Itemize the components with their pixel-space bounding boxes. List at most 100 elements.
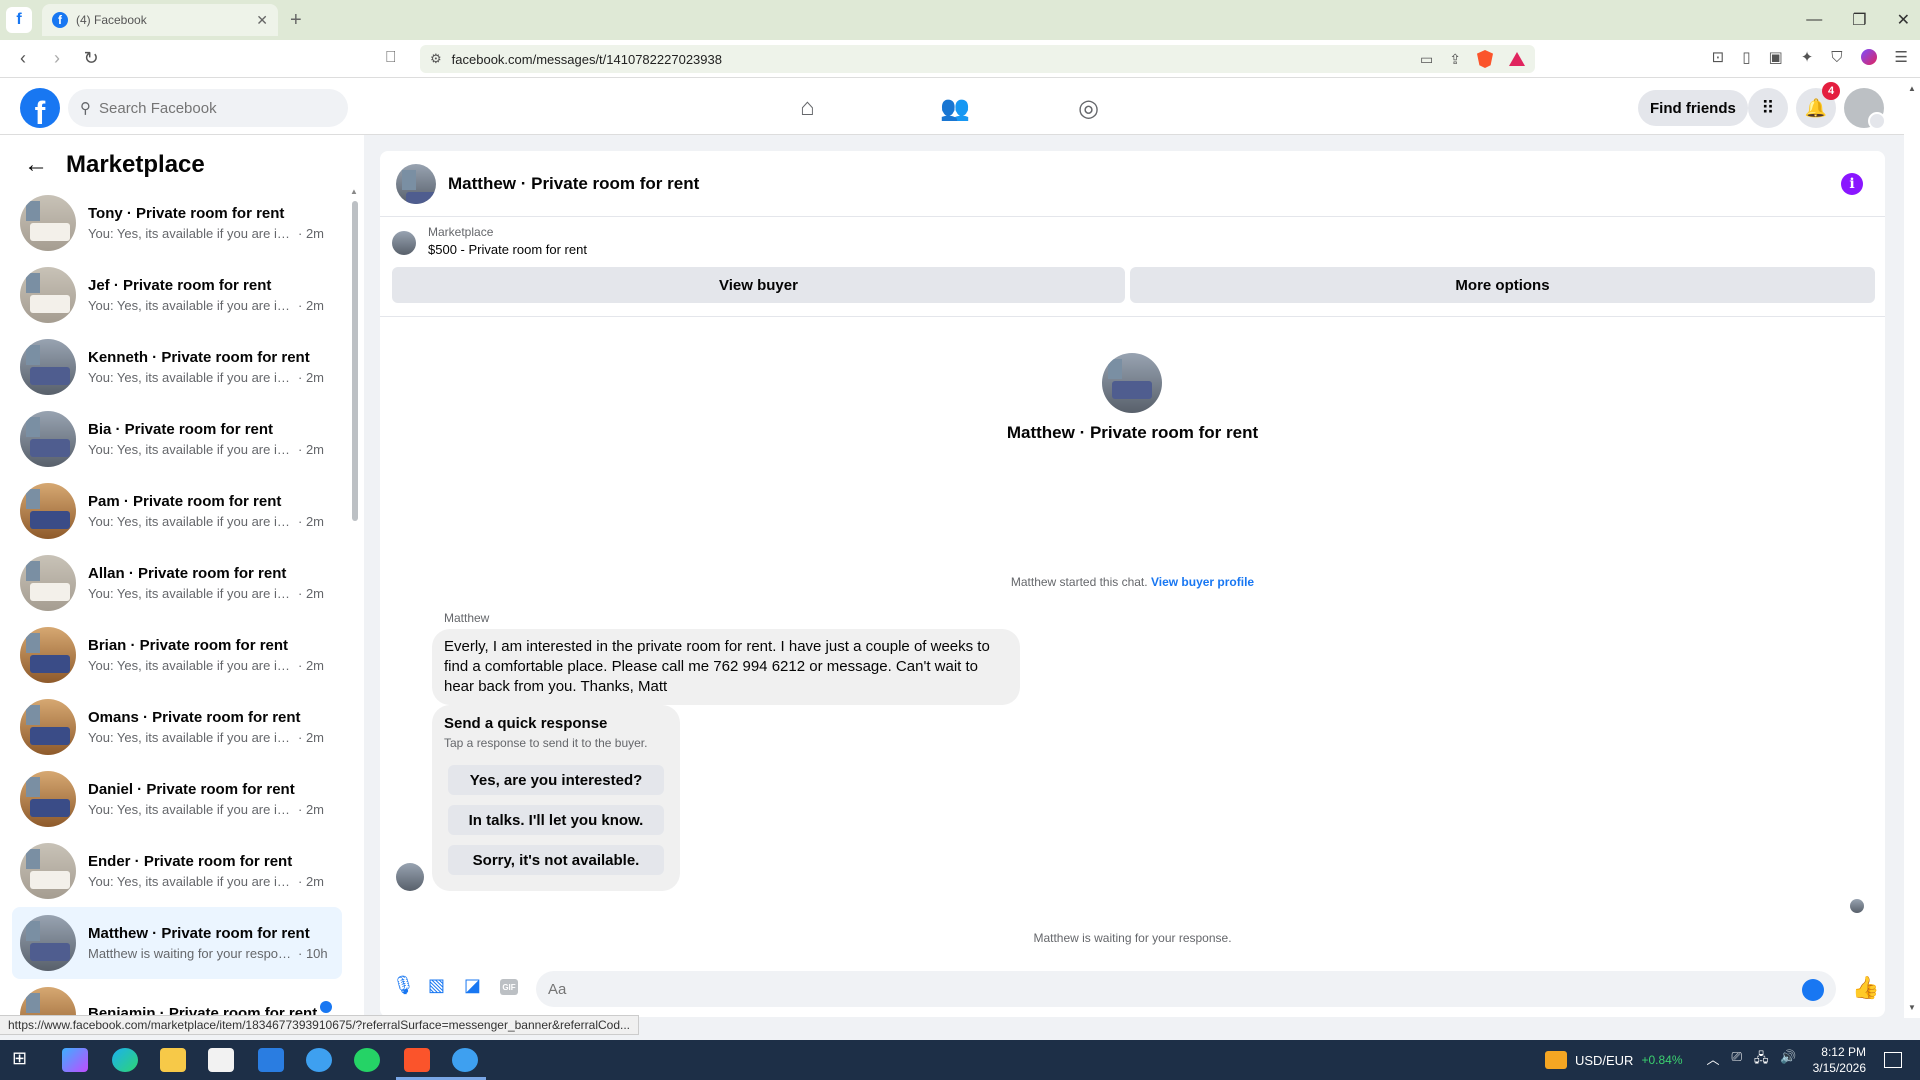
quick-response-in-talks-button[interactable]: In talks. I'll let you know.: [448, 805, 664, 835]
conversation-item[interactable]: Ender · Private room for rent You: Yes, …: [12, 835, 342, 907]
listing-avatar: [20, 195, 76, 251]
listing-link[interactable]: Marketplace $500 - Private room for rent: [392, 225, 587, 257]
restore-icon[interactable]: ❐: [1852, 10, 1866, 30]
conversation-item[interactable]: Daniel · Private room for rent You: Yes,…: [12, 763, 342, 835]
bookmark-icon[interactable]: ⎕: [386, 49, 396, 67]
network-icon[interactable]: 🖧: [1754, 1049, 1769, 1071]
chat-title[interactable]: Matthew · Private room for rent: [448, 174, 699, 194]
conversation-name: Jef · Private room for rent: [88, 277, 272, 294]
message-input[interactable]: [536, 971, 1836, 1007]
copilot-icon[interactable]: [62, 1048, 88, 1072]
conversation-preview: You: Yes, its available if you are inter…: [88, 442, 294, 457]
scroll-up-icon[interactable]: ▲: [1908, 84, 1916, 93]
wallet-icon[interactable]: ▣: [1769, 48, 1783, 66]
info-icon[interactable]: i: [1841, 173, 1863, 195]
notifications-button[interactable]: 🔔 4: [1796, 82, 1840, 128]
view-buyer-button[interactable]: View buyer: [392, 267, 1125, 303]
conversation-item[interactable]: Pam · Private room for rent You: Yes, it…: [12, 475, 342, 547]
microphone-icon[interactable]: 🎙: [392, 975, 415, 996]
profile-extension-icon[interactable]: [1860, 49, 1877, 65]
conversation-item[interactable]: Tony · Private room for rent You: Yes, i…: [12, 187, 342, 259]
conversation-item[interactable]: Allan · Private room for rent You: Yes, …: [12, 547, 342, 619]
find-friends-button[interactable]: Find friends: [1638, 90, 1748, 126]
close-window-icon[interactable]: ✕: [1897, 10, 1910, 30]
scroll-up-icon[interactable]: ▲: [350, 187, 358, 196]
back-arrow-icon[interactable]: ←: [24, 151, 48, 179]
chrome-profile-icon[interactable]: [452, 1048, 478, 1072]
forward-icon[interactable]: ›: [46, 48, 68, 69]
gif-icon[interactable]: GIF: [500, 979, 518, 995]
facebook-app-icon[interactable]: f: [6, 7, 32, 33]
conversation-item[interactable]: Benjamin · Private room for rent: [12, 979, 342, 1015]
facebook-logo-icon[interactable]: f: [20, 88, 60, 128]
edge-icon[interactable]: [112, 1048, 138, 1072]
conversation-time: · 2m: [298, 226, 324, 241]
search-input[interactable]: [99, 99, 319, 117]
home-icon[interactable]: ⌂: [800, 94, 815, 122]
back-icon[interactable]: ‹: [12, 48, 34, 69]
quick-response-yes-button[interactable]: Yes, are you interested?: [448, 765, 664, 795]
groups-icon[interactable]: ◎: [1078, 94, 1099, 123]
browser-toolbar: ‹ › ↻ ⎕ ⚙ facebook.com/messages/t/141078…: [0, 40, 1920, 78]
reload-icon[interactable]: ↻: [80, 48, 102, 69]
ticker-change: +0.84%: [1641, 1053, 1683, 1067]
menu-grid-icon[interactable]: ⠿: [1748, 88, 1788, 128]
store-icon[interactable]: [208, 1048, 234, 1072]
sticker-icon[interactable]: ◪: [464, 975, 481, 996]
whatsapp-icon[interactable]: [354, 1048, 380, 1072]
conversation-item[interactable]: Jef · Private room for rent You: Yes, it…: [12, 259, 342, 331]
thumbs-up-icon[interactable]: 👍: [1852, 975, 1879, 1001]
conversation-item[interactable]: Kenneth · Private room for rent You: Yes…: [12, 331, 342, 403]
scroll-down-icon[interactable]: ▼: [1908, 1003, 1916, 1012]
site-settings-icon[interactable]: ⚙: [430, 51, 442, 67]
conversation-list: Tony · Private room for rent You: Yes, i…: [12, 187, 342, 1015]
extensions-icon[interactable]: ⊡: [1712, 48, 1725, 66]
share-icon[interactable]: ⇪: [1449, 51, 1461, 68]
outlook-icon[interactable]: [258, 1048, 284, 1072]
photo-icon[interactable]: ▧: [428, 975, 445, 996]
conversation-name: Ender · Private room for rent: [88, 853, 293, 870]
profile-avatar[interactable]: [1844, 88, 1886, 130]
clock-date: 3/15/2026: [1812, 1061, 1866, 1075]
meet-now-icon[interactable]: ⎚: [1732, 1049, 1742, 1071]
address-bar[interactable]: ⚙ facebook.com/messages/t/14107822270239…: [420, 45, 1535, 73]
brave-shields-icon[interactable]: [1477, 50, 1493, 68]
minimize-icon[interactable]: —: [1806, 11, 1822, 29]
emoji-icon[interactable]: [1802, 979, 1824, 1001]
conversation-item[interactable]: Omans · Private room for rent You: Yes, …: [12, 691, 342, 763]
message-composer: 🎙 ▧ ◪ GIF 👍: [380, 963, 1885, 1011]
conversation-item-active[interactable]: Matthew · Private room for rent Matthew …: [12, 907, 342, 979]
page-scrollbar[interactable]: ▲ ▼: [1904, 78, 1920, 1018]
more-options-button[interactable]: More options: [1130, 267, 1875, 303]
action-center-icon[interactable]: [1884, 1052, 1902, 1068]
chevron-up-icon[interactable]: ︿: [1707, 1049, 1720, 1071]
windows-start-icon[interactable]: ⊞: [12, 1048, 38, 1072]
currency-widget[interactable]: USD/EUR +0.84%: [1544, 1051, 1683, 1069]
seen-indicator: [1850, 899, 1864, 913]
volume-icon[interactable]: 🔊: [1780, 1049, 1796, 1071]
cast-icon[interactable]: ▭: [1420, 51, 1433, 68]
menu-icon[interactable]: ☰: [1895, 48, 1908, 66]
view-buyer-profile-link[interactable]: View buyer profile: [1151, 575, 1254, 589]
brave-rewards-icon[interactable]: [1509, 52, 1525, 66]
browser-tab[interactable]: f (4) Facebook ✕: [42, 4, 278, 36]
conversation-item[interactable]: Bia · Private room for rent You: Yes, it…: [12, 403, 342, 475]
quick-response-not-available-button[interactable]: Sorry, it's not available.: [448, 845, 664, 875]
windows-taskbar: ⊞ USD/EUR +0.84% ︿ ⎚ 🖧 🔊 8:12 PM 3/15/20…: [0, 1040, 1920, 1080]
leo-ai-icon[interactable]: ✦: [1801, 48, 1814, 66]
conversation-item[interactable]: Brian · Private room for rent You: Yes, …: [12, 619, 342, 691]
file-explorer-icon[interactable]: [160, 1048, 186, 1072]
new-tab-icon[interactable]: +: [290, 9, 302, 32]
clock[interactable]: 8:12 PM 3/15/2026: [1813, 1044, 1866, 1076]
chat-avatar[interactable]: [396, 163, 436, 204]
sidebar-scrollbar[interactable]: [352, 201, 358, 521]
listing-thumbnail: [392, 231, 416, 255]
close-tab-icon[interactable]: ✕: [256, 12, 268, 29]
chrome-icon[interactable]: [306, 1048, 332, 1072]
vpn-icon[interactable]: ⛉: [1831, 49, 1842, 66]
brave-taskbar-icon[interactable]: [404, 1048, 430, 1072]
search-box[interactable]: ⚲: [68, 89, 348, 127]
chat-panel: Matthew · Private room for rent i Market…: [380, 151, 1885, 1017]
sidebar-icon[interactable]: ▯: [1742, 48, 1750, 66]
friends-icon[interactable]: 👥: [940, 94, 970, 123]
